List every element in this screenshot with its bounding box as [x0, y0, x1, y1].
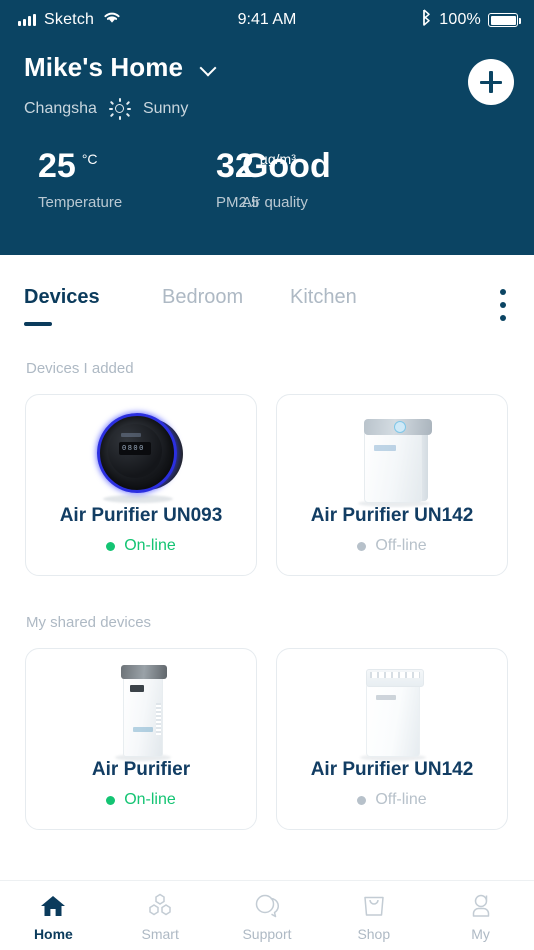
device-display-text: 0800: [122, 445, 145, 453]
city-label: Changsha: [24, 100, 97, 117]
battery-full-icon: [488, 13, 521, 27]
round-purifier-icon: 0800: [95, 409, 187, 503]
box-purifier-icon: [344, 407, 440, 507]
shopping-bag-icon: [360, 893, 388, 919]
device-name: Air Purifier UN142: [310, 505, 474, 526]
weather-description-label: Sunny: [142, 100, 189, 117]
device-image: [277, 405, 507, 507]
status-dot-icon: [106, 541, 116, 551]
status-bar: Sketch 9:41 AM 100%: [0, 0, 534, 40]
device-card[interactable]: Air Purifier UN142 Off-line: [276, 648, 508, 830]
nav-label: Smart: [141, 926, 179, 942]
section-label-devices-added: Devices I added: [26, 360, 134, 377]
device-status: On-line: [26, 537, 256, 555]
bluetooth-icon: [421, 9, 432, 31]
status-label: On-line: [124, 791, 176, 808]
nav-label: Shop: [357, 926, 391, 942]
device-status: Off-line: [277, 791, 507, 809]
device-image: [26, 659, 256, 761]
page-title: Mike's Home: [24, 52, 184, 82]
device-status: On-line: [26, 791, 256, 809]
weather-row: Changsha Sunny: [24, 98, 188, 120]
device-name: Air Purifier UN093: [59, 505, 223, 526]
nav-label: Home: [33, 926, 73, 942]
device-card[interactable]: Air Purifier UN142 Off-line: [276, 394, 508, 576]
tab-kitchen[interactable]: Kitchen: [290, 286, 357, 309]
device-image: [277, 659, 507, 761]
chat-bubbles-icon: [253, 893, 281, 919]
status-dot-icon: [106, 795, 116, 805]
stat-pm25: 32 µg/m³ PM2.5: [215, 147, 296, 211]
stat-value: Good: [241, 147, 331, 185]
tab-devices[interactable]: Devices: [24, 286, 100, 309]
status-dot-icon: [357, 795, 367, 805]
tab-active-underline: [24, 322, 52, 326]
user-profile-icon: [467, 893, 495, 919]
nav-label: Support: [242, 926, 292, 942]
stat-air-quality: Good Air quality: [216, 148, 394, 211]
app-screen: Sketch 9:41 AM 100% Mike's Home Changsha…: [0, 0, 534, 950]
slot-top-purifier-icon: [344, 661, 440, 761]
status-label: On-line: [124, 537, 176, 554]
nav-item-my[interactable]: My: [427, 881, 534, 950]
nav-item-shop[interactable]: Shop: [320, 881, 427, 950]
device-card[interactable]: 0800 Air Purifier UN093 On-line: [25, 394, 257, 576]
home-selector[interactable]: Mike's Home: [24, 52, 217, 83]
device-name: Air Purifier: [91, 759, 191, 780]
add-device-button[interactable]: [468, 59, 514, 105]
tab-bedroom[interactable]: Bedroom: [162, 286, 243, 309]
nav-item-support[interactable]: Support: [214, 881, 321, 950]
section-label-shared-devices: My shared devices: [26, 614, 152, 631]
chevron-down-icon[interactable]: [201, 60, 217, 76]
tower-purifier-icon: [93, 659, 189, 761]
kebab-menu-icon[interactable]: [500, 289, 506, 321]
nav-label: My: [471, 926, 490, 942]
tab-bar: Devices Bedroom Kitchen: [0, 286, 534, 336]
clock-label: 9:41 AM: [237, 11, 297, 28]
device-name: Air Purifier UN142: [310, 759, 474, 780]
status-label: Off-line: [375, 537, 427, 554]
nav-item-home[interactable]: Home: [0, 881, 107, 950]
sun-icon: [108, 98, 131, 120]
status-dot-icon: [357, 541, 367, 551]
hexagon-cluster-icon: [146, 893, 174, 919]
device-image: 0800: [26, 405, 256, 503]
environment-stats: 25 °C Temperature 32 µg/m³ PM2.5 Good Ai…: [0, 148, 534, 211]
battery-percent-label: 100%: [439, 11, 481, 28]
status-bar-right: 100%: [421, 9, 521, 31]
header-panel: Sketch 9:41 AM 100% Mike's Home Changsha…: [0, 0, 534, 255]
device-status: Off-line: [277, 537, 507, 555]
stat-label: Air quality: [241, 194, 308, 211]
nav-item-smart[interactable]: Smart: [107, 881, 214, 950]
home-icon: [39, 893, 67, 919]
bottom-navigation: Home Smart Support Shop My: [0, 880, 534, 950]
device-card[interactable]: Air Purifier On-line: [25, 648, 257, 830]
status-label: Off-line: [375, 791, 427, 808]
